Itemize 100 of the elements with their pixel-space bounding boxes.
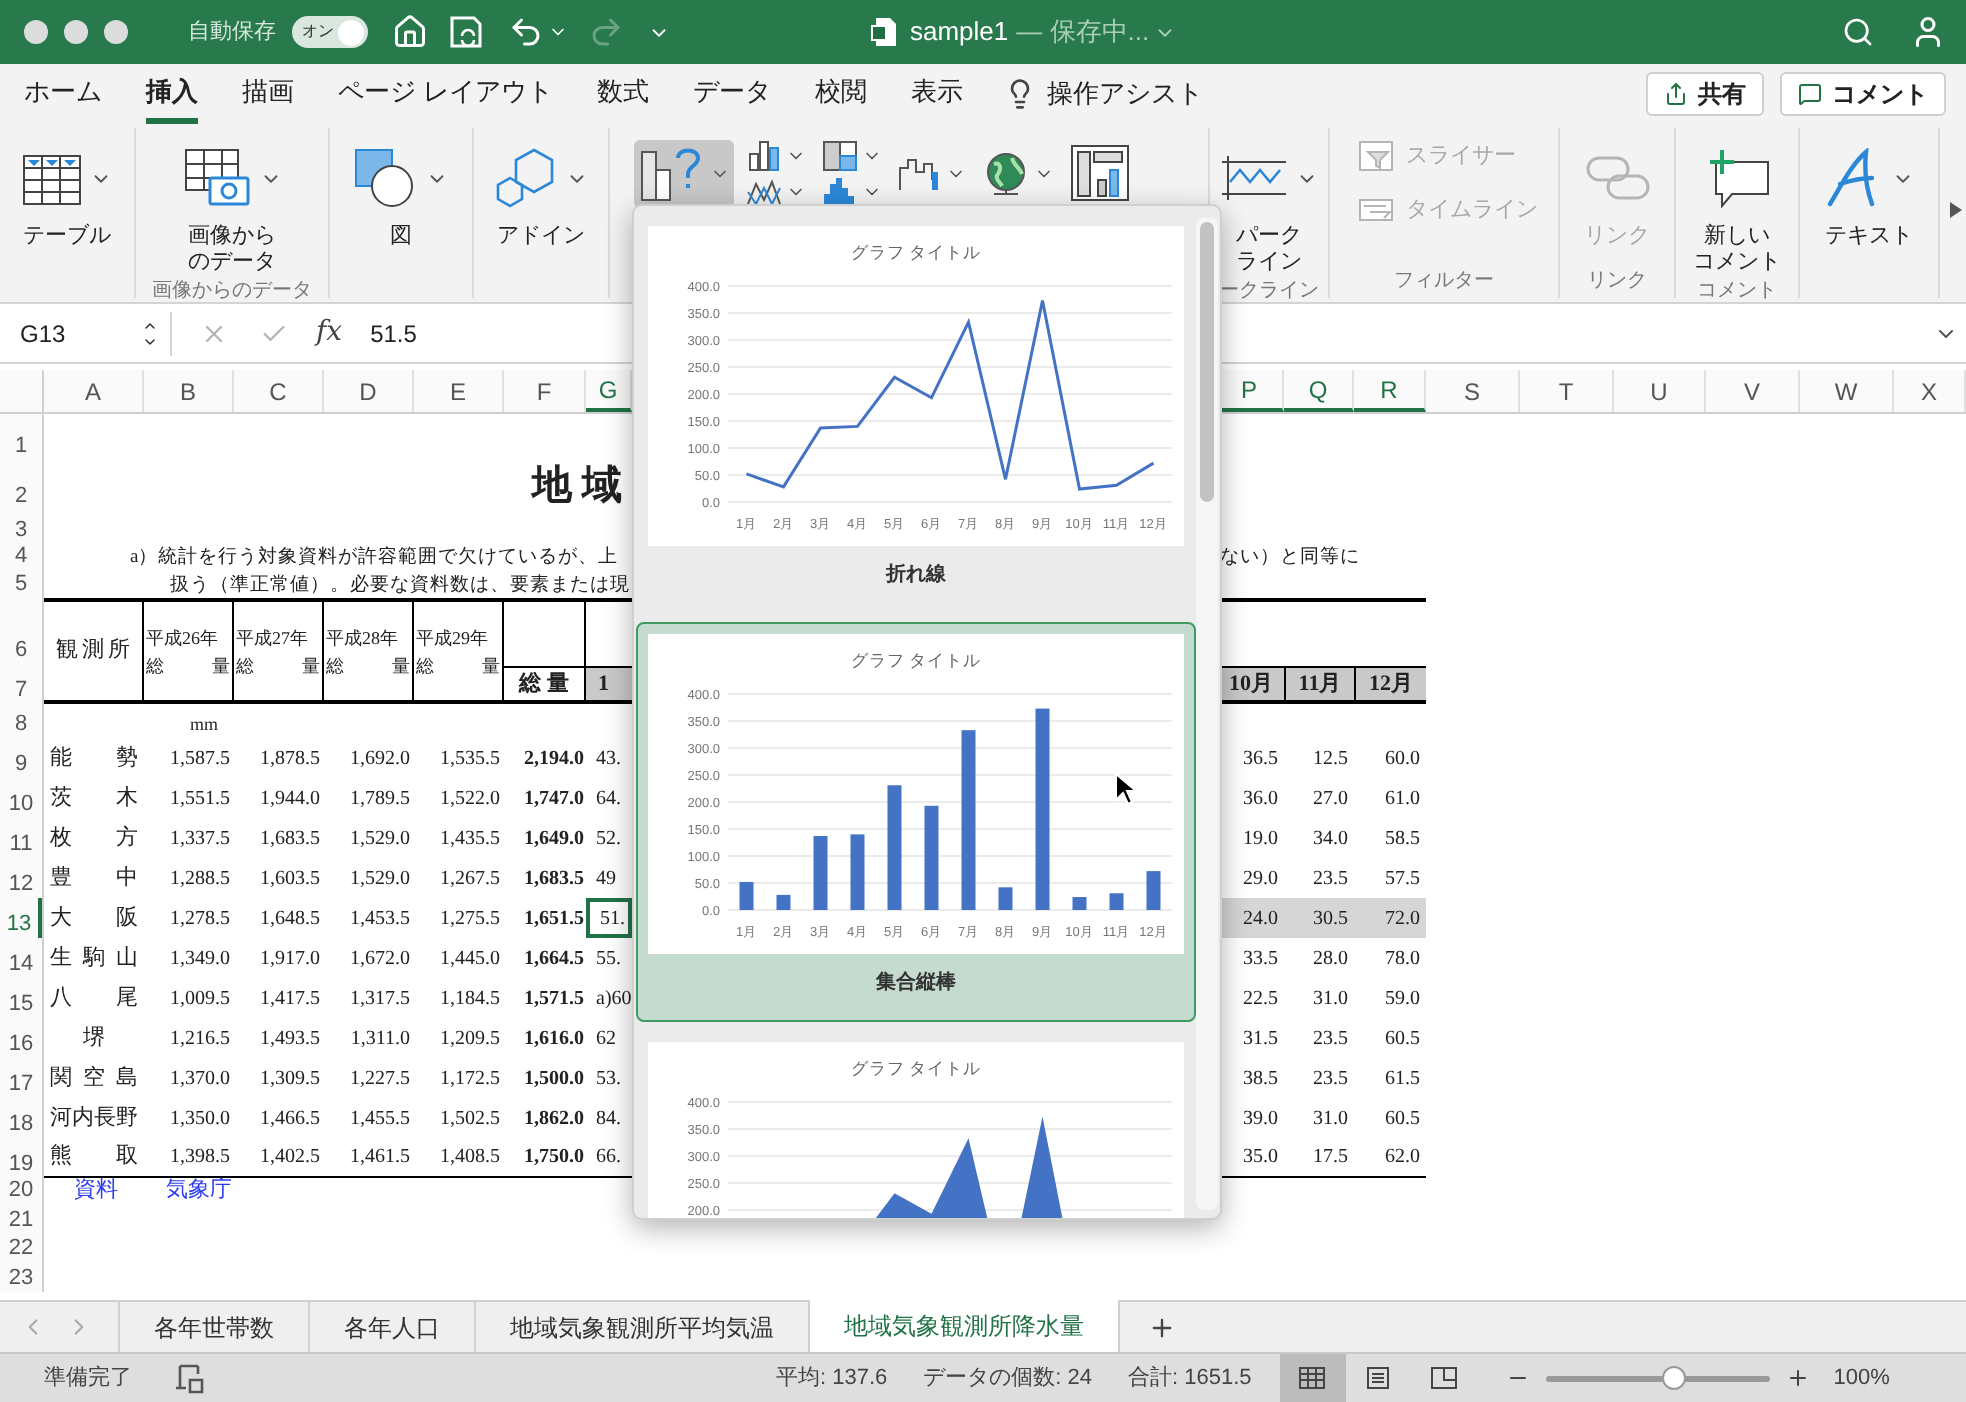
row-header[interactable]: 20 [0,1178,42,1204]
new-comment-button[interactable]: 新しい コメント [1685,136,1789,276]
macro-record-icon[interactable] [172,1362,204,1394]
count-readout: データの個数: 24 [923,1363,1092,1394]
total-cell-text: 2,194.0 [522,745,586,773]
row-header[interactable]: 19 [0,1138,42,1178]
ribbon-scroll-arrow-icon[interactable] [1948,200,1964,220]
tell-me-field[interactable]: 操作アシスト [1047,74,1204,114]
add-sheet-icon[interactable] [1148,1313,1176,1341]
undo-icon[interactable] [508,14,544,50]
bar [887,785,902,910]
window-close-button[interactable] [24,20,48,44]
row-header[interactable]: 13 [0,898,42,938]
column-header[interactable]: A [44,370,144,412]
menu-tab[interactable]: 数式 [597,64,650,124]
text-button[interactable]: テキスト [1816,136,1922,250]
column-header[interactable]: R [1354,370,1426,412]
autosave-toggle[interactable]: オン [292,16,368,48]
timeline-filter-icon [1358,193,1394,226]
column-header[interactable]: V [1706,370,1800,412]
table-cell-text: 1,672.0 [348,945,412,973]
comments-button[interactable]: コメント [1780,72,1946,116]
data-from-picture-button[interactable]: 画像から のデータ [175,136,289,276]
table-cell-text: 1,878.5 [258,745,322,773]
table-cell-text: 1,311.0 [348,1025,412,1053]
row-header[interactable]: 8 [0,704,42,738]
column-header[interactable]: Q [1284,370,1354,412]
scrollbar-thumb[interactable] [1200,222,1214,502]
column-header[interactable]: U [1614,370,1706,412]
sparkline-button[interactable]: パーク ライン [1212,136,1326,276]
row-header[interactable]: 15 [0,978,42,1018]
row-header[interactable]: 22 [0,1234,42,1262]
table-button[interactable]: テーブル [14,136,120,250]
column-header[interactable]: E [414,370,504,412]
row-header[interactable]: 17 [0,1058,42,1098]
normal-view-button[interactable] [1279,1354,1346,1402]
row-header[interactable]: 2 [0,460,42,510]
waterfall-chart-icon [898,156,942,192]
share-button[interactable]: 共有 [1646,72,1764,116]
bar [813,836,828,910]
table-cell-text: 36.5 [1241,745,1280,773]
sheet-tab[interactable]: 地域気象観測所降水量 [810,1300,1120,1352]
column-header[interactable]: F [504,370,586,412]
menu-tab[interactable]: ページ レイアウト [338,64,554,124]
status-text: 準備完了 [44,1363,132,1394]
menu-tab[interactable]: 表示 [911,64,964,124]
total-cell-text: 1,571.5 [522,985,586,1013]
row-header[interactable]: 12 [0,858,42,898]
table-cell: 72.0 [1354,898,1426,938]
column-header[interactable]: X [1894,370,1966,412]
home-icon[interactable] [392,14,428,50]
zoom-in-icon[interactable] [1785,1366,1810,1390]
column-heading: 平成26年 [146,625,220,651]
insert-function-button[interactable]: fx [316,312,343,354]
window-minimize-button[interactable] [64,20,88,44]
menu-tab[interactable]: 校閲 [815,64,868,124]
row-header[interactable]: 16 [0,1018,42,1058]
column-header[interactable]: W [1800,370,1894,412]
table-cell-text: 1,453.5 [348,905,412,933]
column-header[interactable]: T [1520,370,1614,412]
name-box[interactable]: G13 [0,311,172,355]
zoom-slider[interactable] [1545,1364,1770,1392]
row-header[interactable]: 5 [0,570,42,598]
column-header[interactable]: B [144,370,234,412]
table-cell-text: 1,216.5 [168,1025,232,1053]
menu-tab[interactable]: ホーム [24,64,102,124]
recommended-chart-button[interactable] [634,140,734,208]
save-icon[interactable] [448,14,484,50]
total-cell-text: 1,683.5 [522,865,586,893]
column-heading: 総量 [416,653,500,679]
account-icon[interactable] [1910,14,1946,50]
row-header[interactable]: 14 [0,938,42,978]
month-heading: 12月 [1354,665,1426,700]
row-header[interactable]: 21 [0,1204,42,1234]
menu-tab[interactable]: 描画 [242,64,294,124]
column-header[interactable]: S [1426,370,1520,412]
row-header[interactable]: 10 [0,778,42,818]
table-cell-text: 23.5 [1311,1065,1350,1093]
row-header[interactable]: 7 [0,664,42,704]
search-icon[interactable] [1842,16,1874,48]
table-cell-text: 1,587.5 [168,745,232,773]
row-header[interactable]: 11 [0,818,42,858]
row-header[interactable]: 6 [0,598,42,664]
group-label: フィルター [1394,267,1494,295]
formula-field[interactable]: 51.5 [370,315,417,351]
window-zoom-button[interactable] [104,20,128,44]
menu-tab[interactable]: データ [693,64,772,124]
column-header[interactable]: D [324,370,414,412]
shapes-button[interactable]: 図 [346,136,456,250]
row-header[interactable]: 18 [0,1098,42,1138]
row-header[interactable]: 3 [0,510,42,544]
station-cell-text: 八尾 [48,983,140,1014]
table-cell-text: 35.0 [1241,1144,1280,1172]
row-header[interactable]: 1 [0,414,42,460]
add-ins-button[interactable]: アドイン [486,136,596,250]
table-cell-text: 1,789.5 [348,785,412,813]
column-header[interactable]: C [234,370,324,412]
row-header[interactable]: 23 [0,1262,42,1292]
row-header[interactable]: 4 [0,544,42,570]
row-header[interactable]: 9 [0,738,42,778]
